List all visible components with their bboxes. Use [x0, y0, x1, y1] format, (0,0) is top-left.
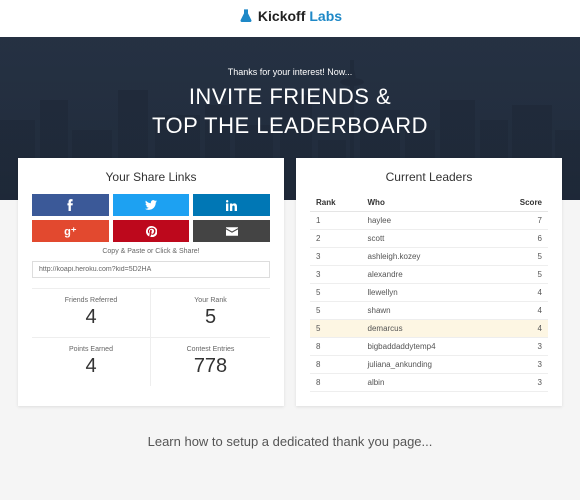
- cell-rank: 8: [310, 338, 362, 356]
- stat-label: Points Earned: [36, 346, 146, 353]
- cell-score: 5: [492, 248, 548, 266]
- hero-subtitle: Thanks for your interest! Now...: [20, 67, 560, 77]
- table-row: 3ashleigh.kozey5: [310, 248, 548, 266]
- cell-who: demarcus: [362, 320, 493, 338]
- footer-cta: Learn how to setup a dedicated thank you…: [0, 434, 580, 449]
- stat-label: Contest Entries: [155, 346, 266, 353]
- stat-contest-entries: Contest Entries 778: [151, 337, 270, 386]
- logo-bar: KickoffLabs: [0, 0, 580, 37]
- col-rank: Rank: [310, 194, 362, 212]
- cell-score: 5: [492, 266, 548, 284]
- share-twitter-button[interactable]: [113, 194, 190, 216]
- logo-text-labs: Labs: [309, 8, 342, 24]
- share-email-button[interactable]: [193, 220, 270, 242]
- table-row: 5demarcus4: [310, 320, 548, 338]
- flask-icon: [238, 8, 254, 24]
- table-row: 3alexandre5: [310, 266, 548, 284]
- table-row: 2scott6: [310, 230, 548, 248]
- hero-title: INVITE FRIENDS & TOP THE LEADERBOARD: [20, 83, 560, 140]
- cell-rank: 5: [310, 302, 362, 320]
- share-googleplus-button[interactable]: g⁺: [32, 220, 109, 242]
- cell-rank: 5: [310, 284, 362, 302]
- hero-title-line2: TOP THE LEADERBOARD: [20, 112, 560, 141]
- share-card: Your Share Links g⁺ Copy & Paste or Cli: [18, 158, 284, 406]
- cell-who: juliana_ankunding: [362, 356, 493, 374]
- stat-label: Friends Referred: [36, 297, 146, 304]
- col-score: Score: [492, 194, 548, 212]
- table-row: 1haylee7: [310, 212, 548, 230]
- col-who: Who: [362, 194, 493, 212]
- leaders-card-title: Current Leaders: [310, 170, 548, 184]
- cell-score: 3: [492, 338, 548, 356]
- brand-logo: KickoffLabs: [238, 8, 342, 24]
- table-row: 8albin3: [310, 374, 548, 392]
- stat-value: 778: [155, 355, 266, 378]
- email-icon: [226, 227, 238, 236]
- table-row: 5llewellyn4: [310, 284, 548, 302]
- pinterest-icon: [146, 226, 157, 237]
- cell-score: 4: [492, 320, 548, 338]
- stat-points-earned: Points Earned 4: [32, 337, 151, 386]
- cell-who: alexandre: [362, 266, 493, 284]
- leaders-card: Current Leaders Rank Who Score 1haylee72…: [296, 158, 562, 406]
- leaders-header-row: Rank Who Score: [310, 194, 548, 212]
- cell-score: 6: [492, 230, 548, 248]
- cell-rank: 8: [310, 356, 362, 374]
- cell-who: shawn: [362, 302, 493, 320]
- share-linkedin-button[interactable]: [193, 194, 270, 216]
- hero-title-line1: INVITE FRIENDS &: [20, 83, 560, 112]
- twitter-icon: [145, 200, 157, 210]
- cell-who: bigbaddaddytemp4: [362, 338, 493, 356]
- cell-rank: 8: [310, 374, 362, 392]
- cell-score: 4: [492, 284, 548, 302]
- cards-row: Your Share Links g⁺ Copy & Paste or Cli: [0, 158, 580, 406]
- cell-rank: 3: [310, 266, 362, 284]
- stat-value: 4: [36, 355, 146, 378]
- cell-rank: 1: [310, 212, 362, 230]
- cell-score: 3: [492, 374, 548, 392]
- share-row-2: g⁺: [32, 220, 270, 242]
- stats-grid: Friends Referred 4 Your Rank 5 Points Ea…: [32, 288, 270, 386]
- stat-label: Your Rank: [155, 297, 266, 304]
- stat-friends-referred: Friends Referred 4: [32, 288, 151, 337]
- cell-rank: 2: [310, 230, 362, 248]
- googleplus-icon: g⁺: [64, 225, 77, 238]
- share-url-input[interactable]: [32, 261, 270, 278]
- stat-your-rank: Your Rank 5: [151, 288, 270, 337]
- cell-score: 4: [492, 302, 548, 320]
- cell-rank: 3: [310, 248, 362, 266]
- facebook-icon: [66, 199, 74, 211]
- cell-who: scott: [362, 230, 493, 248]
- share-facebook-button[interactable]: [32, 194, 109, 216]
- table-row: 8bigbaddaddytemp43: [310, 338, 548, 356]
- linkedin-icon: [226, 200, 237, 211]
- cell-score: 3: [492, 356, 548, 374]
- copy-paste-label: Copy & Paste or Click & Share!: [32, 248, 270, 255]
- table-row: 8juliana_ankunding3: [310, 356, 548, 374]
- logo-text-kickoff: Kickoff: [258, 8, 305, 24]
- table-row: 5shawn4: [310, 302, 548, 320]
- cell-who: haylee: [362, 212, 493, 230]
- stat-value: 4: [36, 306, 146, 329]
- cell-rank: 5: [310, 320, 362, 338]
- cell-score: 7: [492, 212, 548, 230]
- cell-who: llewellyn: [362, 284, 493, 302]
- leaders-table: Rank Who Score 1haylee72scott63ashleigh.…: [310, 194, 548, 392]
- share-pinterest-button[interactable]: [113, 220, 190, 242]
- cell-who: ashleigh.kozey: [362, 248, 493, 266]
- cell-who: albin: [362, 374, 493, 392]
- stat-value: 5: [155, 306, 266, 329]
- share-row-1: [32, 194, 270, 216]
- share-card-title: Your Share Links: [32, 170, 270, 184]
